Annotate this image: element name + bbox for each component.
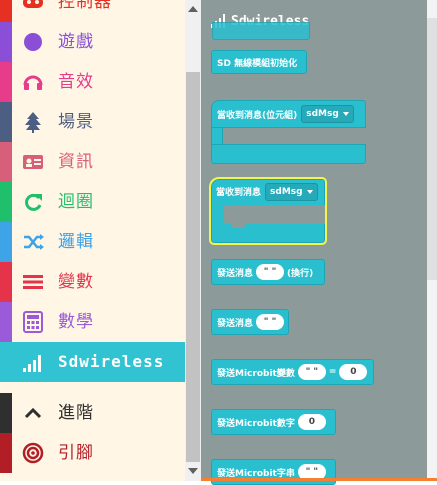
statement-slot: [224, 205, 325, 224]
toolbox-scrollbar[interactable]: [185, 0, 201, 481]
category-label: 音效: [58, 72, 94, 92]
category-label: 進階: [58, 403, 94, 423]
category-color-bar: [0, 62, 12, 102]
block-label: 發送Microbit數字: [217, 418, 295, 429]
caret-down-icon: [342, 112, 349, 116]
id-card-icon: [22, 151, 44, 173]
target-icon: [22, 442, 44, 464]
category-math[interactable]: 數學: [0, 302, 185, 342]
send-block[interactable]: 發送消息 " ": [211, 309, 289, 335]
workspace-scrollbar[interactable]: [427, 0, 437, 481]
category-label: 控制器: [58, 0, 112, 12]
category-label: 資訊: [58, 152, 94, 172]
category-label: 數學: [58, 312, 94, 332]
caret-down-icon: [306, 189, 313, 194]
sd-init-block[interactable]: SD 無線模組初始化: [211, 50, 307, 74]
send-number-block[interactable]: 發送Microbit數字 0: [211, 409, 336, 435]
block-label: 發送Microbit變數: [217, 368, 295, 379]
variable-name-input[interactable]: " ": [297, 364, 326, 380]
statement-notch: [232, 224, 246, 228]
category-label: 迴圈: [58, 192, 94, 212]
category-advanced[interactable]: 進階: [0, 393, 185, 433]
chevron-up-icon: [22, 402, 44, 424]
calculator-icon: [22, 311, 44, 333]
number-input[interactable]: 0: [297, 414, 326, 430]
category-color-bar: [0, 222, 12, 262]
block-label: 當收到消息: [216, 188, 262, 198]
category-label: 引腳: [58, 443, 94, 463]
category-color-bar: [0, 433, 12, 473]
tree-icon: [22, 111, 44, 133]
category-scene[interactable]: 場景: [0, 102, 185, 142]
category-color-bar: [0, 142, 12, 182]
number-input[interactable]: 0: [339, 364, 368, 380]
category-label: 邏輯: [58, 232, 94, 252]
block-bottom: [211, 144, 366, 164]
category-color-bar: [0, 342, 12, 382]
category-info[interactable]: 資訊: [0, 142, 185, 182]
category-color-bar: [0, 22, 12, 62]
category-color-bar: [0, 0, 12, 22]
category-label: Sdwireless: [58, 352, 165, 371]
category-toolbox: 控制器 遊戲 音效 場景 資訊 迴圈 邏輯 變數 數學 Sdwireless 進…: [0, 0, 185, 481]
category-label: 遊戲: [58, 32, 94, 52]
category-separator: [0, 383, 185, 393]
shuffle-icon: [22, 231, 44, 253]
category-variables[interactable]: 變數: [0, 262, 185, 302]
category-color-bar: [0, 182, 12, 222]
category-logic[interactable]: 邏輯: [0, 222, 185, 262]
list-icon: [22, 271, 44, 293]
block-label: SD 無線模組初始化: [217, 58, 298, 69]
signal-icon: [22, 351, 44, 373]
workspace-scrollbar-thumb[interactable]: [427, 18, 437, 280]
block-label: 發送消息: [217, 268, 254, 279]
sdmsg-dropdown[interactable]: sdMsg: [301, 105, 354, 123]
gamepad-icon: [22, 0, 44, 13]
refresh-icon: [22, 191, 44, 213]
block-label: 當收到消息(位元組): [217, 110, 298, 121]
block-suffix: (換行): [287, 268, 314, 279]
category-pins[interactable]: 引腳: [0, 433, 185, 473]
equals-sign: =: [328, 367, 337, 377]
sdmsg-dropdown[interactable]: sdMsg: [265, 182, 318, 201]
category-label: 場景: [58, 112, 94, 132]
send-variable-block[interactable]: 發送Microbit變數 " " = 0: [211, 359, 374, 385]
dropdown-value: sdMsg: [270, 186, 303, 197]
category-color-bar: [0, 302, 12, 342]
headphones-icon: [22, 71, 44, 93]
category-sdwireless[interactable]: Sdwireless: [0, 342, 185, 382]
string-input[interactable]: " ": [256, 314, 285, 330]
string-input[interactable]: " ": [256, 264, 285, 280]
dropdown-value: sdMsg: [306, 109, 339, 119]
scroll-up-arrow-icon[interactable]: [188, 6, 198, 12]
toolbox-scrollbar-thumb[interactable]: [186, 72, 200, 462]
partial-block[interactable]: [212, 22, 310, 40]
block-top: 當收到消息(位元組) sdMsg: [211, 100, 366, 128]
category-color-bar: [0, 102, 12, 142]
scroll-down-arrow-icon[interactable]: [188, 468, 198, 474]
send-newline-block[interactable]: 發送消息 " " (換行): [211, 259, 325, 285]
block-top: 當收到消息 sdMsg: [211, 179, 325, 204]
category-controller[interactable]: 控制器: [0, 0, 185, 22]
block-label: 發送消息: [217, 318, 254, 329]
category-color-bar: [0, 262, 12, 302]
category-game[interactable]: 遊戲: [0, 22, 185, 62]
circle-icon: [22, 31, 44, 53]
send-string-block[interactable]: 發送Microbit字串 " ": [211, 459, 336, 485]
category-loops[interactable]: 迴圈: [0, 182, 185, 222]
category-label: 變數: [58, 272, 94, 292]
block-label: 發送Microbit字串: [217, 468, 295, 479]
category-color-bar: [0, 393, 12, 433]
category-music[interactable]: 音效: [0, 62, 185, 102]
